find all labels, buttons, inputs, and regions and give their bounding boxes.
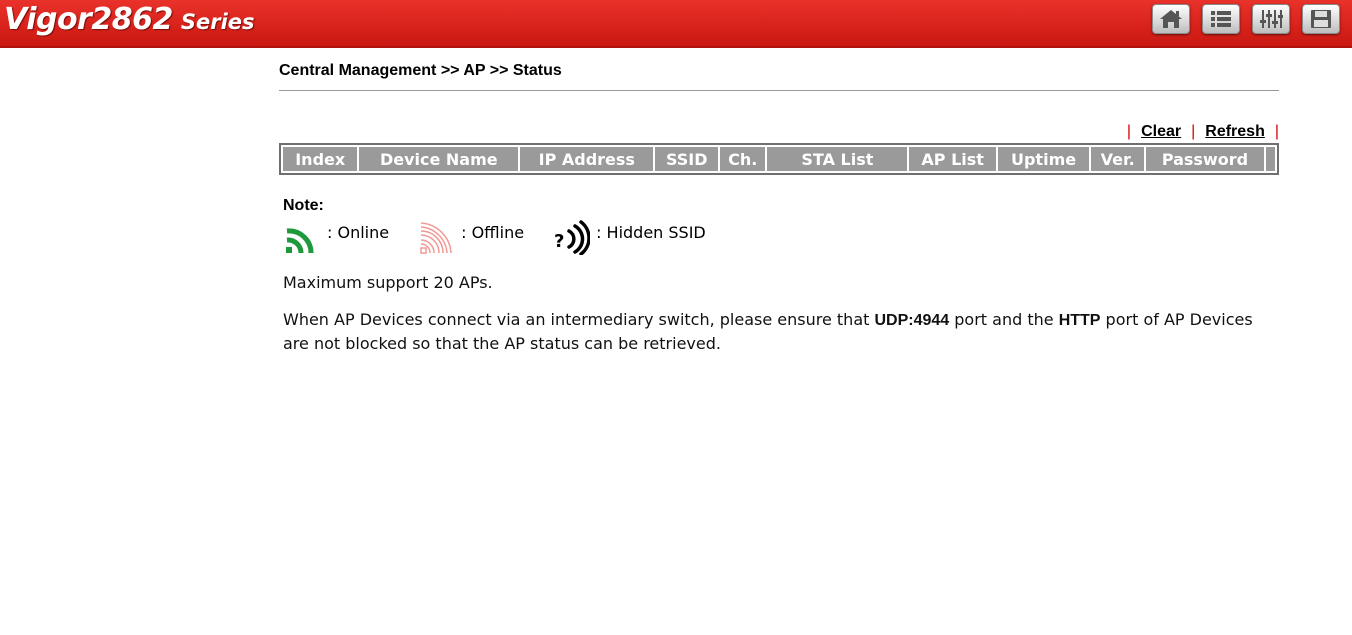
product-model: Vigor2862 xyxy=(4,2,173,37)
column-header-version: Ver. xyxy=(1091,147,1145,171)
settings-icon xyxy=(1260,10,1283,28)
column-header-channel: Ch. xyxy=(720,147,766,171)
legend-hidden-ssid: ? : Hidden SSID xyxy=(552,217,706,255)
sitemap-button[interactable] xyxy=(1202,4,1240,34)
save-button[interactable] xyxy=(1302,4,1340,34)
breadcrumb: Central Management >> AP >> Status xyxy=(279,62,562,79)
udp-port-text: UDP:4944 xyxy=(874,312,950,329)
column-header-ap-list: AP List xyxy=(909,147,996,171)
clear-link[interactable]: Clear xyxy=(1141,123,1181,140)
note-section: Note: : Online: Offline ?: Hidden SSID xyxy=(283,197,1279,257)
menu-icon xyxy=(1211,11,1231,27)
column-header-sta-list: STA List xyxy=(767,147,908,171)
column-header-ip-address: IP Address xyxy=(520,147,654,171)
top-banner: Vigor2862 Series xyxy=(0,0,1352,48)
column-header-ssid: SSID xyxy=(655,147,719,171)
column-header-uptime: Uptime xyxy=(997,147,1090,171)
wifi-online-icon xyxy=(286,228,314,254)
http-port-text: HTTP xyxy=(1058,312,1101,329)
settings-button[interactable] xyxy=(1252,4,1290,34)
separator: | xyxy=(1274,123,1279,140)
svg-text:?: ? xyxy=(554,231,564,252)
product-series: Series xyxy=(180,10,255,34)
info-text-part2: port and the xyxy=(949,310,1059,329)
legend: : Online : Offline ?: Hidden SSID xyxy=(283,217,1279,257)
legend-online: : Online xyxy=(283,217,389,255)
note-title: Note: xyxy=(283,197,324,214)
separator: | xyxy=(1126,123,1132,140)
column-header-extra xyxy=(1265,147,1275,171)
legend-offline-label: : Offline xyxy=(461,223,525,242)
max-support-text: Maximum support 20 APs. xyxy=(283,273,493,292)
main-content: Central Management >> AP >> Status | Clea… xyxy=(279,58,1279,355)
info-text: When AP Devices connect via an intermedi… xyxy=(283,308,1263,355)
column-header-index: Index xyxy=(283,147,358,171)
table-actions: | Clear | Refresh | xyxy=(279,121,1279,143)
wifi-offline-icon xyxy=(420,222,452,254)
hidden-ssid-icon: ? xyxy=(554,220,591,255)
column-header-password: Password xyxy=(1146,147,1264,171)
table-header-row: Index Device Name IP Address SSID Ch. ST… xyxy=(283,147,1275,171)
divider xyxy=(279,90,1279,91)
save-icon xyxy=(1311,10,1331,28)
legend-offline: : Offline xyxy=(417,217,524,255)
legend-online-label: : Online xyxy=(327,223,390,242)
info-text-part1: When AP Devices connect via an intermedi… xyxy=(283,310,875,329)
home-button[interactable] xyxy=(1152,4,1190,34)
legend-hidden-ssid-label: : Hidden SSID xyxy=(596,223,706,242)
ap-status-table: Index Device Name IP Address SSID Ch. ST… xyxy=(279,143,1279,175)
product-logo: Vigor2862 Series xyxy=(4,2,255,37)
separator: | xyxy=(1191,123,1196,140)
column-header-device-name: Device Name xyxy=(359,147,519,171)
home-icon xyxy=(1160,10,1182,28)
top-toolbar xyxy=(1152,4,1340,34)
refresh-link[interactable]: Refresh xyxy=(1205,123,1265,140)
